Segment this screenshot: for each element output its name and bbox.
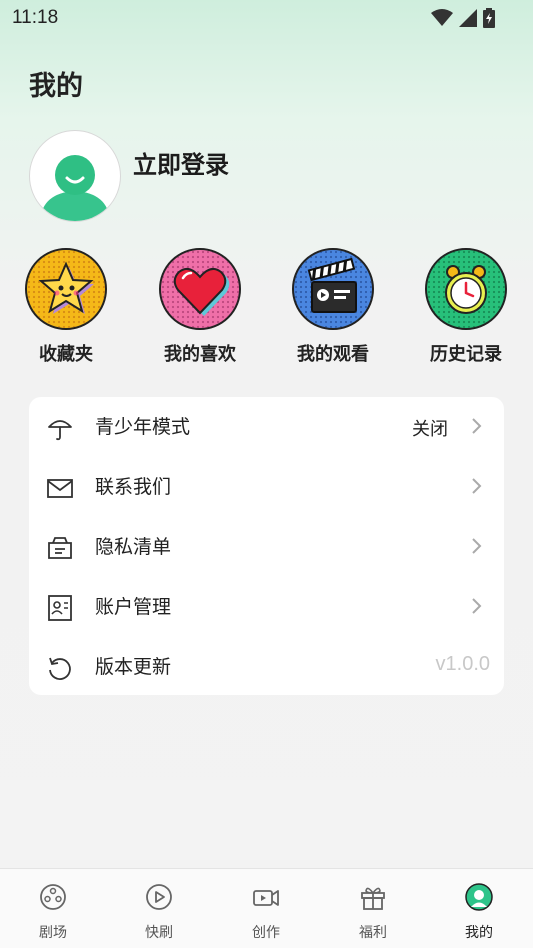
nav-quick-swipe[interactable]: 快刷: [106, 869, 212, 948]
id-card-icon: [48, 595, 72, 621]
clapperboard-icon: [294, 250, 372, 328]
refresh-icon: [49, 657, 71, 680]
shortcut-likes-label: 我的喜欢: [164, 344, 236, 365]
video-camera-icon: [253, 890, 279, 906]
shortcut-favorites[interactable]: 收藏夹: [11, 248, 121, 366]
nav-benefits[interactable]: 福利: [320, 869, 426, 948]
heart-icon: [161, 250, 239, 328]
version-number: v1.0.0: [435, 653, 490, 675]
nav-label: 创作: [252, 925, 280, 941]
chevron-right-icon: [472, 598, 482, 614]
menu-item-contact[interactable]: 联系我们: [29, 457, 504, 517]
default-avatar-icon: [31, 132, 119, 221]
shortcut-history-label: 历史记录: [430, 344, 502, 365]
mail-icon: [47, 479, 73, 498]
page-title: 我的: [29, 71, 83, 102]
privacy-list-icon: [48, 537, 72, 559]
wifi-icon: [431, 9, 453, 26]
menu-item-label: 青少年模式: [95, 416, 191, 438]
shortcut-watched-label: 我的观看: [297, 344, 369, 365]
gift-icon: [361, 887, 385, 910]
alarm-clock-icon: [427, 250, 505, 328]
menu-item-version[interactable]: 版本更新 v1.0.0: [29, 637, 504, 697]
chevron-right-icon: [472, 538, 482, 554]
menu-item-label: 隐私清单: [95, 536, 172, 558]
profile-icon: [465, 883, 493, 911]
menu-item-account[interactable]: 账户管理: [29, 577, 504, 637]
nav-theater[interactable]: 剧场: [0, 869, 106, 948]
nav-create[interactable]: 创作: [213, 869, 319, 948]
chevron-right-icon: [472, 478, 482, 494]
film-reel-icon: [40, 884, 66, 910]
menu-item-label: 版本更新: [95, 656, 172, 678]
star-icon: [27, 250, 105, 328]
status-icons: [431, 8, 495, 28]
login-button[interactable]: 立即登录: [133, 145, 229, 180]
nav-profile[interactable]: 我的: [426, 869, 532, 948]
shortcut-watched[interactable]: 我的观看: [278, 248, 388, 366]
shortcut-likes[interactable]: 我的喜欢: [145, 248, 255, 366]
shortcut-history[interactable]: 历史记录: [411, 248, 521, 366]
shortcut-row: 收藏夹 我的喜欢 我的观看 历史记录: [0, 248, 533, 372]
play-circle-icon: [146, 884, 172, 910]
nav-label: 快刷: [145, 925, 173, 941]
chevron-right-icon: [472, 418, 482, 434]
bottom-nav: 剧场 快刷 创作 福利 我的: [0, 868, 533, 948]
menu-item-label: 账户管理: [95, 596, 172, 618]
nav-label: 福利: [359, 925, 387, 941]
shortcut-favorites-label: 收藏夹: [39, 344, 93, 365]
teen-mode-status: 关闭: [412, 419, 448, 440]
nav-label: 剧场: [39, 925, 67, 941]
nav-label: 我的: [465, 925, 493, 941]
avatar[interactable]: [29, 130, 121, 222]
umbrella-icon: [48, 420, 72, 441]
menu-item-teen-mode[interactable]: 青少年模式 关闭: [29, 397, 504, 457]
battery-icon: [483, 8, 495, 28]
settings-menu: 青少年模式 关闭 联系我们 隐私清单 账户管理 版本更新 v1.0.0: [29, 397, 504, 695]
signal-icon: [459, 9, 477, 27]
menu-item-label: 联系我们: [95, 476, 172, 498]
status-time: 11:18: [12, 7, 59, 28]
status-bar: 11:18: [0, 0, 533, 36]
menu-item-privacy[interactable]: 隐私清单: [29, 517, 504, 577]
